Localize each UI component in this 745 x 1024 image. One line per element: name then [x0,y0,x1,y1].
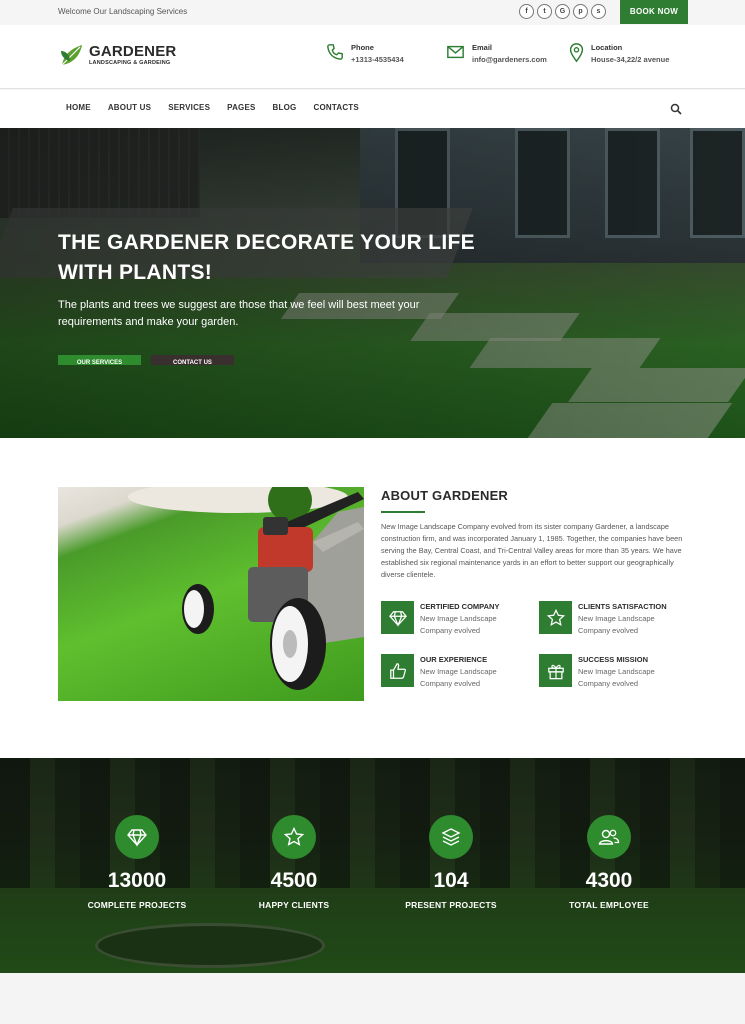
stat-value: 4300 [585,869,633,892]
nav-item-home[interactable]: HOME [66,103,91,112]
book-now-button[interactable]: BOOK NOW [620,0,688,24]
phone-label: Phone [351,43,374,52]
feature-desc: New Image Landscape Company evolved [578,667,655,688]
map-pin-icon [569,43,584,63]
social-links: f t G p s [519,4,606,19]
leaf-logo-icon [61,45,82,66]
email-info: Email info@gardeners.com [446,43,547,67]
title-underline [381,511,425,513]
our-services-button[interactable]: OUR SERVICES [58,355,141,365]
contact-us-button[interactable]: CONTACT US [151,355,234,365]
stat-label: HAPPY CLIENTS [258,900,330,910]
feature-title: SUCCESS MISSION [578,655,649,664]
hero-subtitle: The plants and trees we suggest are thos… [58,299,420,328]
our-services-label: OUR SERVICES [76,360,123,365]
feature-title: CERTIFIED COMPANY [420,602,500,611]
stat-value: 13000 [107,869,167,892]
stats-section: 13000 COMPLETE PROJECTS 4500 HAPPY CLIEN… [0,758,745,973]
star-icon [272,815,316,859]
google-icon[interactable]: G [555,4,570,19]
thumbs-up-icon [381,654,414,687]
gift-icon [539,654,572,687]
feature-desc: New Image Landscape Company evolved [420,614,497,635]
logo-tagline: LANDSCAPING & GARDEING [89,60,171,66]
stat-label: COMPLETE PROJECTS [87,900,187,910]
feature-our-experience: OUR EXPERIENCE New Image Landscape Compa… [381,654,510,690]
twitter-icon[interactable]: t [537,4,552,19]
about-title: ABOUT GARDENER [381,488,509,503]
lawn-mower-image [58,487,364,701]
hero-banner: THE GARDENER DECORATE YOUR LIFE WITH PLA… [0,128,745,438]
about-section: ABOUT GARDENER New Image Landscape Compa… [0,438,745,758]
nav-item-about-us[interactable]: ABOUT US [108,103,151,112]
logo-name: GARDENER [89,43,177,60]
stat-value: 104 [433,869,469,892]
stat-label: TOTAL EMPLOYEE [569,900,649,910]
star-icon [539,601,572,634]
nav-item-contacts[interactable]: CONTACTS [313,103,358,112]
next-section-band [0,973,745,1024]
nav-item-blog[interactable]: BLOG [273,103,297,112]
feature-desc: New Image Landscape Company evolved [420,667,497,688]
contact-us-label: CONTACT US [173,360,212,365]
users-icon [587,815,631,859]
welcome-text: Welcome Our Landscaping Services [58,7,188,16]
email-value[interactable]: info@gardeners.com [472,53,547,67]
top-bar: Welcome Our Landscaping Services f t G p… [0,0,745,25]
stat-total-employee: 4300 TOTAL EMPLOYEE [529,815,689,910]
lawn-mower-illustration [128,487,364,690]
phone-icon [327,44,343,60]
site-header: GARDENER LANDSCAPING & GARDEING Phone +1… [0,25,745,89]
feature-title: OUR EXPERIENCE [420,655,488,664]
stat-present-projects: 104 PRESENT PROJECTS [371,815,531,910]
stat-label: PRESENT PROJECTS [405,900,497,910]
email-label: Email [472,43,493,52]
layers-icon [429,815,473,859]
location-info: Location House-34,22/2 avenue [569,43,669,67]
nav-item-pages[interactable]: PAGES [227,103,255,112]
feature-desc: New Image Landscape Company evolved [578,614,655,635]
phone-value[interactable]: +1313-4535434 [351,53,404,67]
search-icon[interactable] [670,103,682,115]
feature-certified-company: CERTIFIED COMPANY New Image Landscape Co… [381,601,510,637]
stat-complete-projects: 13000 COMPLETE PROJECTS [57,815,217,910]
stat-value: 4500 [270,869,318,892]
feature-title: CLIENTS SATISFACTION [578,602,667,611]
facebook-icon[interactable]: f [519,4,534,19]
diamond-icon [381,601,414,634]
stat-happy-clients: 4500 HAPPY CLIENTS [214,815,374,910]
main-nav: HOME ABOUT US SERVICES PAGES BLOG CONTAC… [0,90,745,128]
pinterest-icon[interactable]: p [573,4,588,19]
location-label: Location [591,43,623,52]
skype-icon[interactable]: s [591,4,606,19]
phone-info: Phone +1313-4535434 [326,43,404,67]
nav-item-services[interactable]: SERVICES [168,103,210,112]
diamond-icon [115,815,159,859]
hero-title: THE GARDENER DECORATE YOUR LIFE WITH PLA… [58,231,475,284]
feature-success-mission: SUCCESS MISSION New Image Landscape Comp… [539,654,668,690]
email-icon [447,45,464,59]
logo[interactable]: GARDENER LANDSCAPING & GARDEING [58,41,176,69]
location-value: House-34,22/2 avenue [591,55,670,64]
feature-clients-satisfaction: CLIENTS SATISFACTION New Image Landscape… [539,601,668,637]
about-description: New Image Landscape Company evolved from… [381,522,683,579]
